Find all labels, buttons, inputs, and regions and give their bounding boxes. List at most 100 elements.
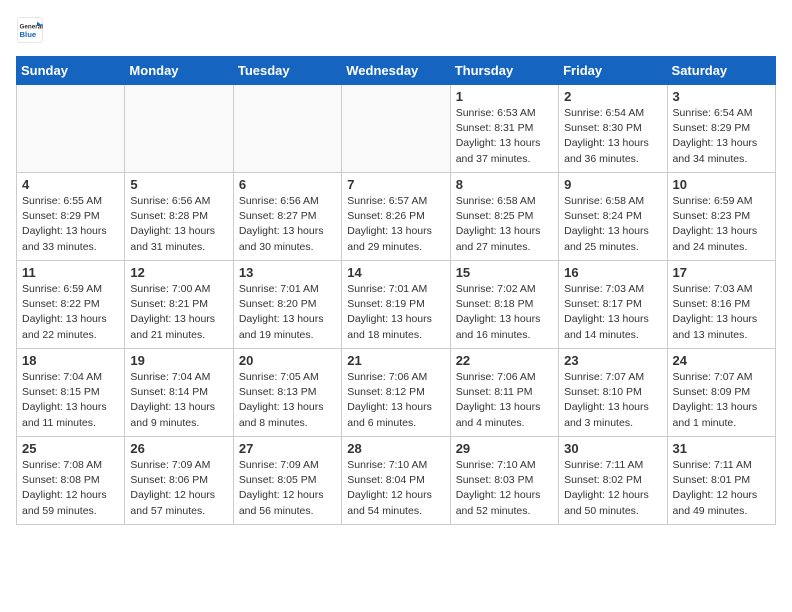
calendar-cell xyxy=(17,85,125,173)
calendar-cell: 7 Sunrise: 6:57 AM Sunset: 8:26 PM Daylig… xyxy=(342,173,450,261)
day-info: Sunrise: 7:09 AM Sunset: 8:05 PM Dayligh… xyxy=(239,458,336,519)
day-info: Sunrise: 6:58 AM Sunset: 8:25 PM Dayligh… xyxy=(456,194,553,255)
calendar-body: 1 Sunrise: 6:53 AM Sunset: 8:31 PM Daylig… xyxy=(17,85,776,525)
calendar-cell: 20 Sunrise: 7:05 AM Sunset: 8:13 PM Dayli… xyxy=(233,349,341,437)
day-number: 17 xyxy=(673,265,770,280)
day-number: 6 xyxy=(239,177,336,192)
day-info: Sunrise: 7:11 AM Sunset: 8:02 PM Dayligh… xyxy=(564,458,661,519)
day-number: 12 xyxy=(130,265,227,280)
calendar-cell: 1 Sunrise: 6:53 AM Sunset: 8:31 PM Daylig… xyxy=(450,85,558,173)
calendar-cell: 21Sunrise: 7:06 AM Sunset: 8:12 PM Dayli… xyxy=(342,349,450,437)
calendar-cell: 25 Sunrise: 7:08 AM Sunset: 8:08 PM Dayli… xyxy=(17,437,125,525)
day-number: 15 xyxy=(456,265,553,280)
day-number: 27 xyxy=(239,441,336,456)
calendar-row-2: 11 Sunrise: 6:59 AM Sunset: 8:22 PM Dayli… xyxy=(17,261,776,349)
day-number: 11 xyxy=(22,265,119,280)
day-info: Sunrise: 6:53 AM Sunset: 8:31 PM Dayligh… xyxy=(456,106,553,167)
day-info: Sunrise: 6:57 AM Sunset: 8:26 PM Dayligh… xyxy=(347,194,444,255)
day-number: 2 xyxy=(564,89,661,104)
calendar-cell: 28Sunrise: 7:10 AM Sunset: 8:04 PM Dayli… xyxy=(342,437,450,525)
day-number: 7 xyxy=(347,177,444,192)
calendar-cell: 18 Sunrise: 7:04 AM Sunset: 8:15 PM Dayli… xyxy=(17,349,125,437)
svg-text:Blue: Blue xyxy=(20,30,37,39)
day-info: Sunrise: 6:55 AM Sunset: 8:29 PM Dayligh… xyxy=(22,194,119,255)
day-number: 22 xyxy=(456,353,553,368)
calendar-cell xyxy=(342,85,450,173)
header-cell-friday: Friday xyxy=(559,57,667,85)
day-info: Sunrise: 7:02 AM Sunset: 8:18 PM Dayligh… xyxy=(456,282,553,343)
day-number: 24 xyxy=(673,353,770,368)
day-number: 14 xyxy=(347,265,444,280)
calendar-cell: 10 Sunrise: 6:59 AM Sunset: 8:23 PM Dayli… xyxy=(667,173,775,261)
calendar-cell: 2 Sunrise: 6:54 AM Sunset: 8:30 PM Daylig… xyxy=(559,85,667,173)
calendar-cell: 9Sunrise: 6:58 AM Sunset: 8:24 PM Daylig… xyxy=(559,173,667,261)
header-cell-thursday: Thursday xyxy=(450,57,558,85)
calendar-cell: 4 Sunrise: 6:55 AM Sunset: 8:29 PM Daylig… xyxy=(17,173,125,261)
calendar-row-0: 1 Sunrise: 6:53 AM Sunset: 8:31 PM Daylig… xyxy=(17,85,776,173)
calendar-cell: 31Sunrise: 7:11 AM Sunset: 8:01 PM Dayli… xyxy=(667,437,775,525)
day-info: Sunrise: 7:10 AM Sunset: 8:03 PM Dayligh… xyxy=(456,458,553,519)
calendar-cell: 12Sunrise: 7:00 AM Sunset: 8:21 PM Dayli… xyxy=(125,261,233,349)
day-info: Sunrise: 7:04 AM Sunset: 8:15 PM Dayligh… xyxy=(22,370,119,431)
day-number: 4 xyxy=(22,177,119,192)
calendar-cell: 29 Sunrise: 7:10 AM Sunset: 8:03 PM Dayli… xyxy=(450,437,558,525)
day-number: 13 xyxy=(239,265,336,280)
calendar-cell xyxy=(233,85,341,173)
calendar-cell: 3Sunrise: 6:54 AM Sunset: 8:29 PM Daylig… xyxy=(667,85,775,173)
day-info: Sunrise: 7:09 AM Sunset: 8:06 PM Dayligh… xyxy=(130,458,227,519)
calendar-cell: 11 Sunrise: 6:59 AM Sunset: 8:22 PM Dayli… xyxy=(17,261,125,349)
header-row: SundayMondayTuesdayWednesdayThursdayFrid… xyxy=(17,57,776,85)
calendar-cell: 13 Sunrise: 7:01 AM Sunset: 8:20 PM Dayli… xyxy=(233,261,341,349)
calendar-row-3: 18 Sunrise: 7:04 AM Sunset: 8:15 PM Dayli… xyxy=(17,349,776,437)
header-cell-tuesday: Tuesday xyxy=(233,57,341,85)
day-number: 10 xyxy=(673,177,770,192)
day-number: 5 xyxy=(130,177,227,192)
day-number: 25 xyxy=(22,441,119,456)
day-info: Sunrise: 7:06 AM Sunset: 8:11 PM Dayligh… xyxy=(456,370,553,431)
calendar-cell xyxy=(125,85,233,173)
day-info: Sunrise: 7:03 AM Sunset: 8:17 PM Dayligh… xyxy=(564,282,661,343)
day-info: Sunrise: 6:59 AM Sunset: 8:23 PM Dayligh… xyxy=(673,194,770,255)
day-info: Sunrise: 6:59 AM Sunset: 8:22 PM Dayligh… xyxy=(22,282,119,343)
day-number: 30 xyxy=(564,441,661,456)
calendar-row-1: 4 Sunrise: 6:55 AM Sunset: 8:29 PM Daylig… xyxy=(17,173,776,261)
day-number: 19 xyxy=(130,353,227,368)
day-number: 1 xyxy=(456,89,553,104)
day-info: Sunrise: 7:07 AM Sunset: 8:09 PM Dayligh… xyxy=(673,370,770,431)
calendar-cell: 22 Sunrise: 7:06 AM Sunset: 8:11 PM Dayli… xyxy=(450,349,558,437)
day-number: 29 xyxy=(456,441,553,456)
day-number: 18 xyxy=(22,353,119,368)
calendar-cell: 6 Sunrise: 6:56 AM Sunset: 8:27 PM Daylig… xyxy=(233,173,341,261)
day-info: Sunrise: 7:08 AM Sunset: 8:08 PM Dayligh… xyxy=(22,458,119,519)
calendar-cell: 23 Sunrise: 7:07 AM Sunset: 8:10 PM Dayli… xyxy=(559,349,667,437)
day-info: Sunrise: 7:03 AM Sunset: 8:16 PM Dayligh… xyxy=(673,282,770,343)
calendar-cell: 5Sunrise: 6:56 AM Sunset: 8:28 PM Daylig… xyxy=(125,173,233,261)
day-info: Sunrise: 7:01 AM Sunset: 8:20 PM Dayligh… xyxy=(239,282,336,343)
day-info: Sunrise: 7:04 AM Sunset: 8:14 PM Dayligh… xyxy=(130,370,227,431)
header-cell-saturday: Saturday xyxy=(667,57,775,85)
day-info: Sunrise: 7:06 AM Sunset: 8:12 PM Dayligh… xyxy=(347,370,444,431)
calendar-cell: 17 Sunrise: 7:03 AM Sunset: 8:16 PM Dayli… xyxy=(667,261,775,349)
calendar-table: SundayMondayTuesdayWednesdayThursdayFrid… xyxy=(16,56,776,525)
day-number: 16 xyxy=(564,265,661,280)
day-info: Sunrise: 7:05 AM Sunset: 8:13 PM Dayligh… xyxy=(239,370,336,431)
header-cell-sunday: Sunday xyxy=(17,57,125,85)
calendar-cell: 26Sunrise: 7:09 AM Sunset: 8:06 PM Dayli… xyxy=(125,437,233,525)
day-info: Sunrise: 6:58 AM Sunset: 8:24 PM Dayligh… xyxy=(564,194,661,255)
header-cell-wednesday: Wednesday xyxy=(342,57,450,85)
day-info: Sunrise: 6:56 AM Sunset: 8:27 PM Dayligh… xyxy=(239,194,336,255)
day-info: Sunrise: 7:11 AM Sunset: 8:01 PM Dayligh… xyxy=(673,458,770,519)
logo: General Blue xyxy=(16,16,48,44)
day-info: Sunrise: 6:54 AM Sunset: 8:30 PM Dayligh… xyxy=(564,106,661,167)
day-number: 8 xyxy=(456,177,553,192)
header-cell-monday: Monday xyxy=(125,57,233,85)
calendar-cell: 15 Sunrise: 7:02 AM Sunset: 8:18 PM Dayli… xyxy=(450,261,558,349)
calendar-cell: 30 Sunrise: 7:11 AM Sunset: 8:02 PM Dayli… xyxy=(559,437,667,525)
calendar-cell: 8 Sunrise: 6:58 AM Sunset: 8:25 PM Daylig… xyxy=(450,173,558,261)
day-number: 23 xyxy=(564,353,661,368)
calendar-cell: 19 Sunrise: 7:04 AM Sunset: 8:14 PM Dayli… xyxy=(125,349,233,437)
day-number: 20 xyxy=(239,353,336,368)
day-info: Sunrise: 7:01 AM Sunset: 8:19 PM Dayligh… xyxy=(347,282,444,343)
day-info: Sunrise: 7:07 AM Sunset: 8:10 PM Dayligh… xyxy=(564,370,661,431)
calendar-cell: 16 Sunrise: 7:03 AM Sunset: 8:17 PM Dayli… xyxy=(559,261,667,349)
